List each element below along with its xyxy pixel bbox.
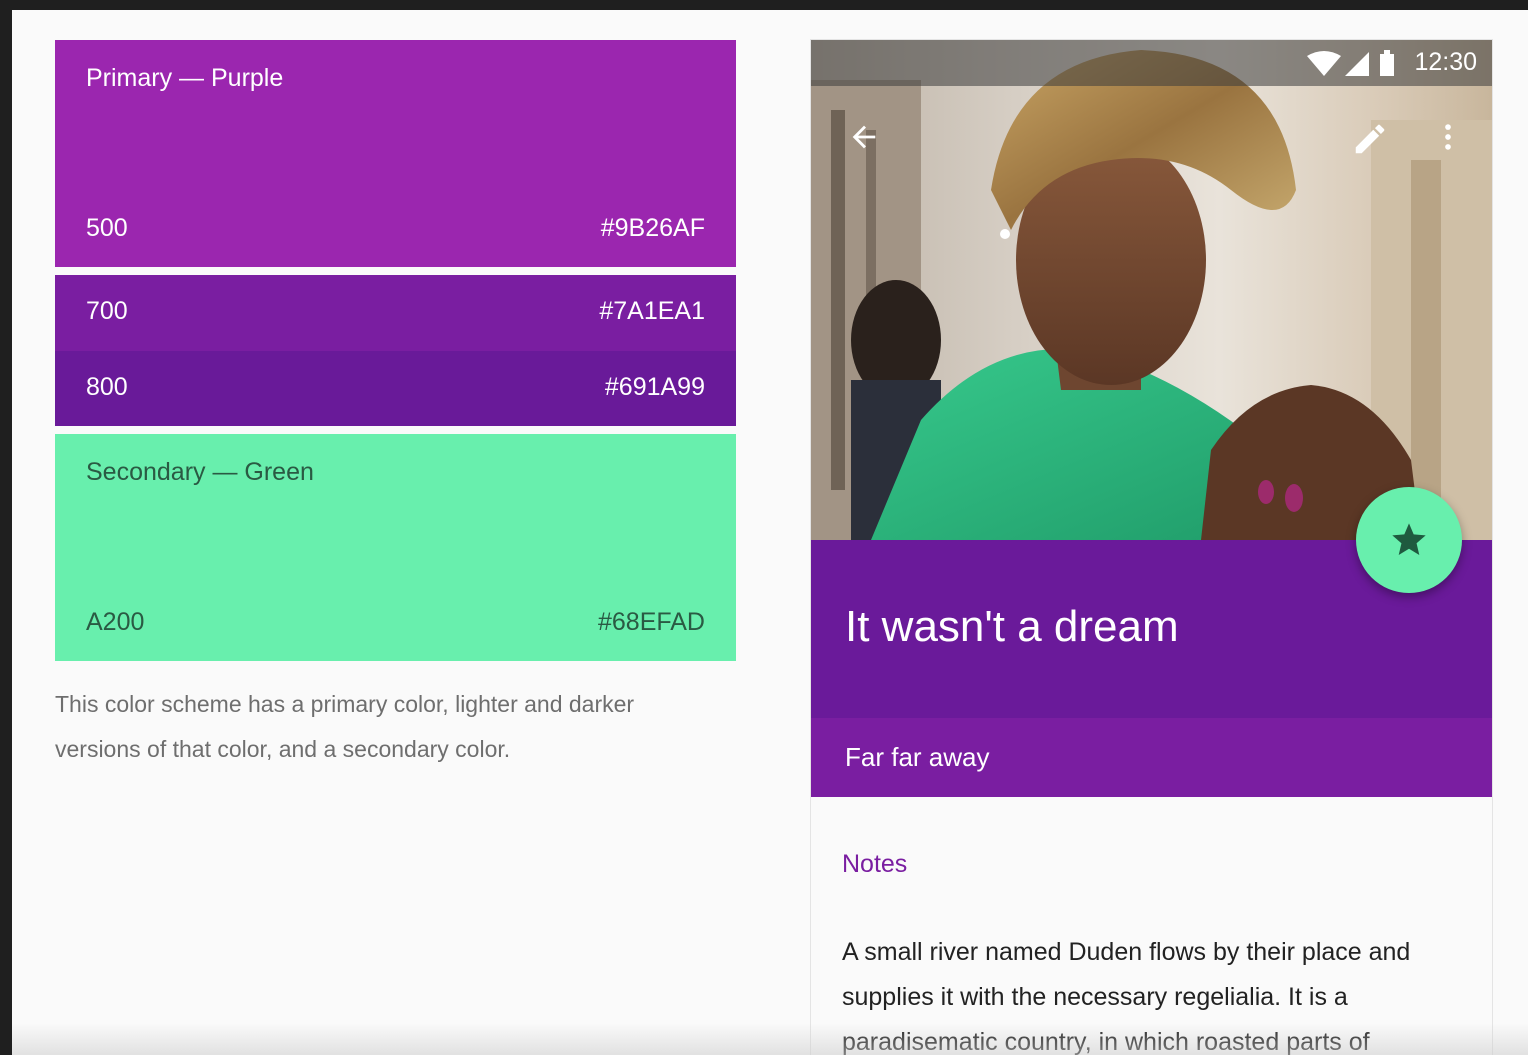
notes-body-text: A small river named Duden flows by their… bbox=[842, 938, 1411, 1055]
swatch-secondary-a200: Secondary — Green A200 #68EFAD bbox=[55, 434, 736, 661]
hero-photo bbox=[811, 40, 1492, 540]
battery-icon bbox=[1380, 50, 1394, 76]
page-subtitle: Far far away bbox=[845, 742, 990, 772]
swatch-a200-label: A200 bbox=[86, 608, 145, 636]
swatch-800-hex: #691A99 bbox=[604, 373, 705, 401]
notes-heading: Notes bbox=[842, 850, 908, 878]
more-vert-icon[interactable] bbox=[1431, 120, 1465, 159]
swatch-primary-800: 800 #691A99 bbox=[55, 351, 736, 426]
page: Primary — Purple 500 #9B26AF 700 #7A1EA1… bbox=[12, 10, 1528, 1055]
color-scheme-description: This color scheme has a primary color, l… bbox=[55, 691, 635, 762]
swatch-500-hex: #9B26AF bbox=[600, 214, 705, 242]
swatch-800-label: 800 bbox=[86, 373, 128, 401]
swatch-primary-title: Primary — Purple bbox=[86, 64, 284, 92]
status-icons bbox=[1307, 50, 1397, 83]
swatch-700-label: 700 bbox=[86, 297, 128, 325]
favorite-fab[interactable] bbox=[1356, 487, 1462, 593]
swatch-primary-500: Primary — Purple 500 #9B26AF bbox=[55, 40, 736, 267]
swatch-a200-hex: #68EFAD bbox=[597, 608, 705, 636]
subtitle-block: Far far away bbox=[811, 718, 1492, 797]
edit-pencil-icon[interactable] bbox=[1351, 120, 1389, 163]
swatch-primary-700: 700 #7A1EA1 bbox=[55, 275, 736, 351]
phone-mockup: 12:30 It wasn't a dream Far far away Not… bbox=[811, 40, 1492, 1055]
swatch-700-hex: #7A1EA1 bbox=[599, 297, 705, 325]
star-icon bbox=[1392, 523, 1426, 555]
status-bar: 12:30 bbox=[811, 40, 1492, 86]
page-title: It wasn't a dream bbox=[845, 602, 1179, 651]
swatch-500-label: 500 bbox=[86, 214, 128, 242]
wifi-icon bbox=[1307, 51, 1341, 76]
cellular-signal-icon bbox=[1345, 52, 1369, 76]
back-arrow-icon[interactable] bbox=[847, 120, 881, 159]
swatch-secondary-title: Secondary — Green bbox=[86, 458, 314, 486]
hero-photo-illustration bbox=[811, 50, 1492, 540]
status-time: 12:30 bbox=[1414, 48, 1477, 76]
